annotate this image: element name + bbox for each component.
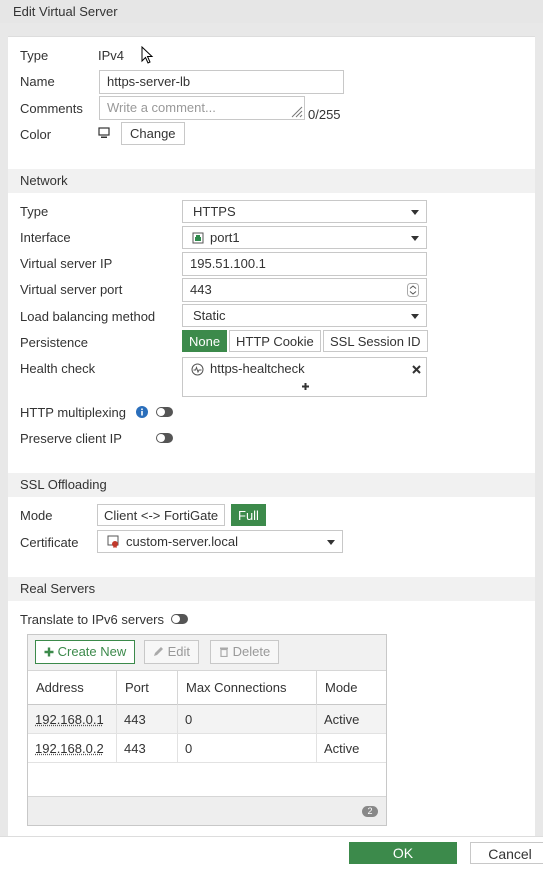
cell-max-connections: 0 [178,734,317,763]
network-type-select[interactable]: HTTPS [182,200,427,223]
edit-button[interactable]: Edit [144,640,200,664]
window-title: Edit Virtual Server [0,0,543,23]
table-toolbar: Create New Edit Delete [28,635,386,671]
health-monitor-icon [191,363,204,376]
real-servers-table: Create New Edit Delete Address Port Max … [27,634,387,826]
row-count-badge: 2 [362,806,378,817]
column-header-mode[interactable]: Mode [317,671,386,705]
http-multiplexing-toggle[interactable] [156,407,173,417]
lb-method-label: Load balancing method [20,309,156,324]
interface-value: port1 [210,230,240,245]
edit-form-panel: Type IPv4 Name https-server-lb Comments … [8,36,535,836]
trash-icon [220,647,228,658]
port-icon [192,232,204,244]
vip-label: Virtual server IP [20,256,113,271]
close-icon[interactable] [411,364,422,375]
network-type-value: HTTPS [193,204,236,219]
certificate-select[interactable]: custom-server.local [97,530,343,553]
translate-ipv6-label: Translate to IPv6 servers [20,612,165,627]
ssl-mode-client-option[interactable]: Client <-> FortiGate [97,504,226,526]
cell-mode: Active [324,741,360,756]
persistence-label: Persistence [20,335,88,350]
table-footer: 2 [28,796,386,825]
pencil-icon [154,647,163,656]
health-check-label: Health check [20,361,96,376]
cell-port: 443 [117,734,178,763]
persistence-ssl-session-option[interactable]: SSL Session ID [323,330,428,352]
comments-counter: 0/255 [308,107,341,122]
chevron-down-icon [327,540,335,545]
resize-handle-icon[interactable] [291,106,303,118]
column-header-port[interactable]: Port [117,671,178,705]
comments-label: Comments [20,101,83,116]
create-new-label: Create New [57,644,127,659]
interface-select[interactable]: port1 [182,226,427,249]
lb-method-select[interactable]: Static [182,304,427,327]
type-value: IPv4 [98,48,125,63]
persistence-none-option[interactable]: None [182,330,228,352]
chevron-down-icon [411,210,419,215]
preserve-client-ip-toggle[interactable] [156,433,173,443]
delete-label: Delete [232,644,271,659]
comments-textarea[interactable]: Write a comment... [99,96,305,120]
cell-port: 443 [117,705,178,734]
ssl-mode-full-option[interactable]: Full [231,504,266,526]
cell-mode: Active [324,712,360,727]
monitor-icon [98,127,110,138]
ssl-section-header: SSL Offloading [8,473,535,497]
preserve-client-ip-label: Preserve client IP [20,431,122,446]
vport-stepper[interactable]: 443 [182,278,427,302]
health-check-value: https-healtcheck [210,361,305,376]
table-row[interactable]: 192.168.0.1 443 0 Active [28,705,386,734]
cancel-button[interactable]: Cancel [470,842,543,864]
cell-max-connections: 0 [178,705,317,734]
edit-label: Edit [167,644,191,659]
stepper-arrows-icon[interactable] [407,283,419,297]
network-type-label: Type [20,204,49,219]
certificate-value: custom-server.local [126,534,238,549]
comments-placeholder: Write a comment... [107,100,216,115]
create-new-button[interactable]: Create New [35,640,136,664]
interface-label: Interface [20,230,71,245]
name-input[interactable]: https-server-lb [99,70,344,94]
dialog-footer: OK Cancel [0,836,543,871]
column-header-address[interactable]: Address [28,671,117,705]
translate-ipv6-toggle[interactable] [171,614,188,624]
plus-icon [44,647,54,657]
table-header: Address Port Max Connections Mode [28,671,386,705]
vport-label: Virtual server port [20,282,123,297]
column-header-max-connections[interactable]: Max Connections [178,671,317,705]
chevron-down-icon [411,236,419,241]
cell-address: 192.168.0.1 [28,705,117,734]
network-section-header: Network [8,169,535,193]
name-label: Name [20,74,55,89]
delete-button[interactable]: Delete [210,640,280,664]
type-label: Type [20,48,49,63]
info-icon[interactable] [136,406,148,418]
vport-value: 443 [190,282,212,297]
color-label: Color [20,127,52,142]
certificate-icon [107,535,119,548]
chevron-down-icon [411,314,419,319]
ok-button[interactable]: OK [349,842,457,864]
table-row[interactable]: 192.168.0.2 443 0 Active [28,734,386,763]
cell-address: 192.168.0.2 [28,734,117,763]
persistence-http-cookie-option[interactable]: HTTP Cookie [229,330,321,352]
color-change-button[interactable]: Change [121,122,185,145]
http-multiplexing-label: HTTP multiplexing [20,405,126,420]
mouse-cursor-icon [141,46,154,64]
real-servers-section-header: Real Servers [8,577,535,601]
ssl-mode-label: Mode [20,508,53,523]
add-icon[interactable] [301,382,310,391]
health-check-field[interactable]: https-healtcheck [182,357,427,397]
certificate-label: Certificate [20,535,79,550]
lb-method-value: Static [193,308,226,323]
vip-input[interactable]: 195.51.100.1 [182,252,427,276]
